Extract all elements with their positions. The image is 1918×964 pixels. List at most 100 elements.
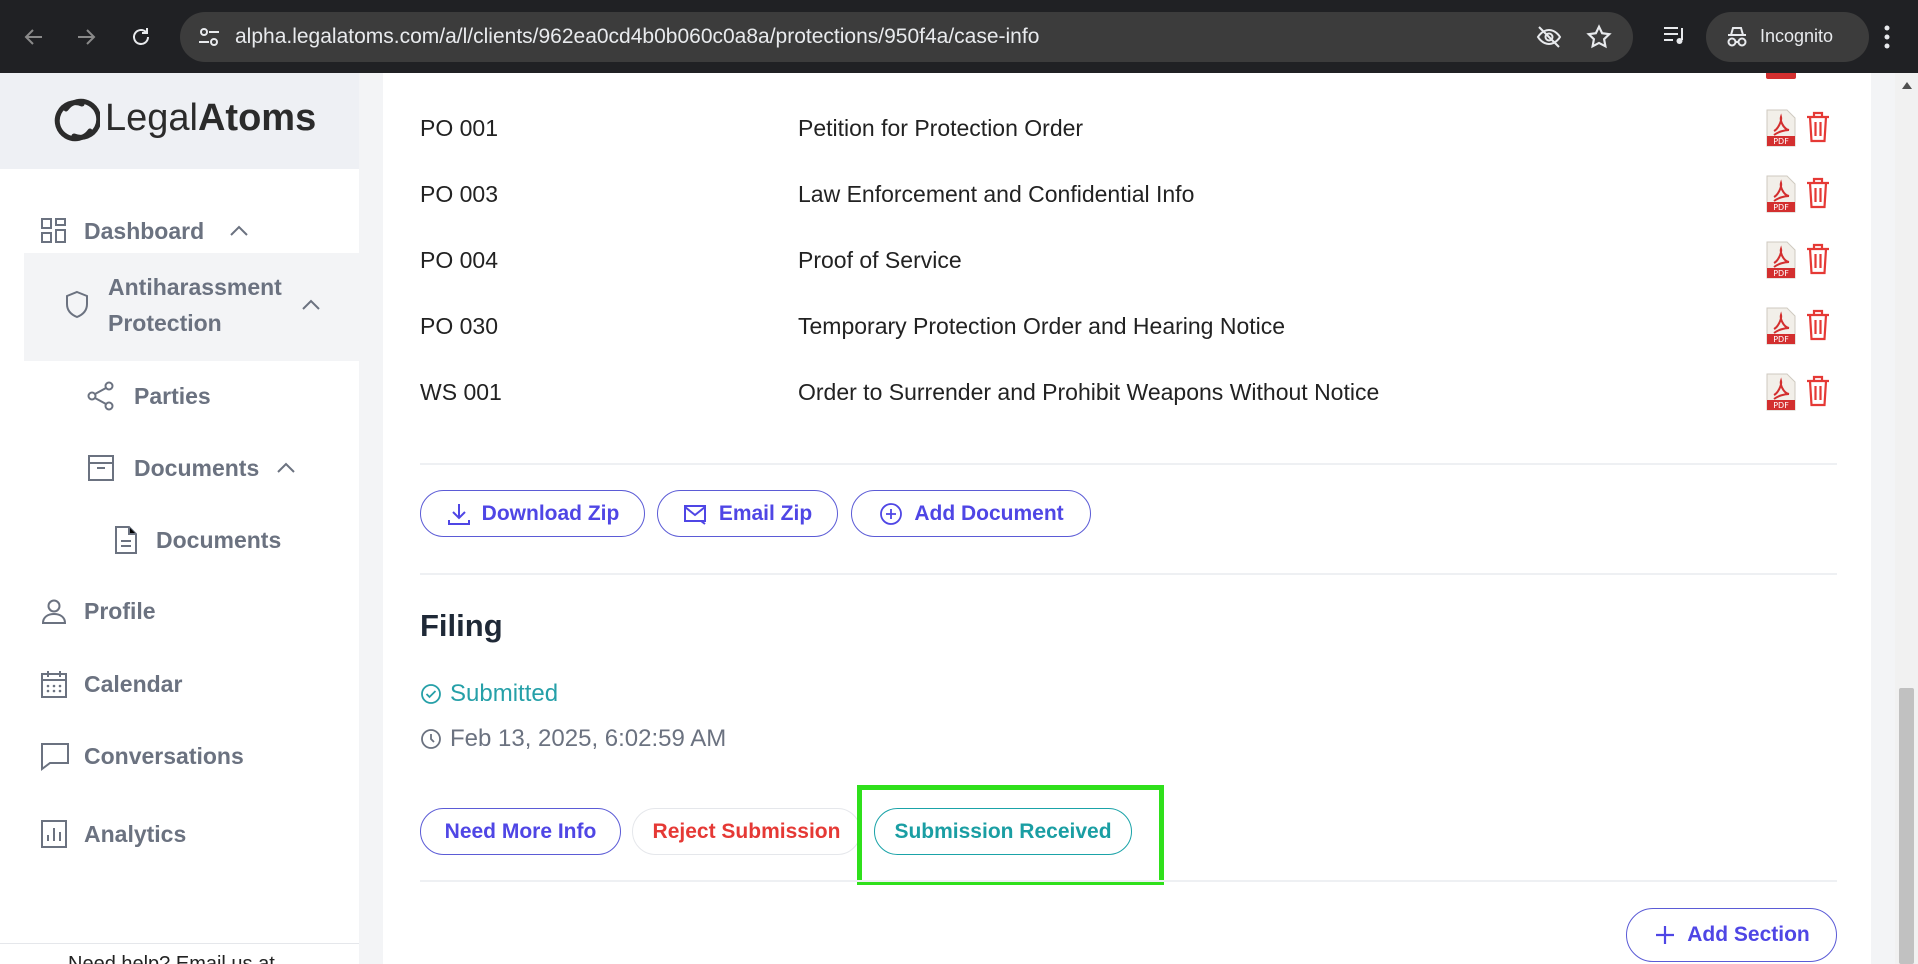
incognito-icon (1727, 27, 1747, 47)
trash-icon[interactable] (1805, 243, 1831, 275)
filing-timestamp-text: Feb 13, 2025, 6:02:59 AM (450, 725, 727, 752)
document-row: WS 001 Order to Surrender and Prohibit W… (420, 373, 1840, 413)
filing-timestamp: Feb 13, 2025, 6:02:59 AM (420, 725, 726, 753)
download-zip-button[interactable]: Download Zip (420, 490, 645, 537)
section-divider (420, 463, 1837, 465)
logo-text-light: Legal (105, 97, 198, 139)
sidebar-item-documents-group[interactable]: Documents (86, 453, 297, 483)
need-more-info-button[interactable]: Need More Info (420, 808, 621, 855)
sidebar-item-profile[interactable]: Profile (40, 597, 156, 625)
logo-text[interactable]: LegalAtoms (105, 97, 316, 140)
reject-submission-button[interactable]: Reject Submission (632, 808, 861, 855)
shield-icon (66, 290, 88, 319)
logo-text-bold: Atoms (197, 97, 317, 139)
legalatoms-logo-icon (54, 98, 100, 142)
pdf-file-icon[interactable]: PDF (1766, 109, 1796, 147)
document-name: Law Enforcement and Confidential Info (798, 181, 1195, 207)
media-queue-icon[interactable] (1662, 24, 1688, 48)
scroll-up-arrow-icon[interactable] (1900, 79, 1914, 91)
add-document-button[interactable]: Add Document (851, 490, 1091, 537)
trash-icon[interactable] (1805, 309, 1831, 341)
sidebar-item-dashboard-label: Dashboard (84, 217, 205, 244)
back-button[interactable] (16, 19, 52, 55)
trash-icon[interactable] (1805, 375, 1831, 407)
pdf-badge-text: PDF (1773, 269, 1789, 278)
reload-icon (133, 28, 149, 45)
site-settings-icon[interactable] (197, 26, 221, 48)
sidebar-item-parties[interactable]: Parties (86, 381, 211, 411)
incognito-label: Incognito (1760, 26, 1834, 46)
document-row: PO 030 Temporary Protection Order and He… (420, 307, 1840, 347)
document-row: PO 003 Law Enforcement and Confidential … (420, 175, 1840, 215)
chat-bubble-icon (41, 743, 69, 771)
section-divider (420, 880, 1837, 882)
check-circle-icon (421, 684, 441, 704)
reload-button[interactable] (123, 19, 159, 55)
trash-icon[interactable] (1805, 111, 1831, 143)
user-icon (41, 599, 67, 624)
sidebar-item-parties-label: Parties (134, 382, 211, 409)
scrollbar-thumb[interactable] (1899, 688, 1914, 964)
document-name: Petition for Protection Order (798, 115, 1084, 141)
email-zip-label: Email Zip (718, 501, 813, 525)
add-section-button[interactable]: Add Section (1626, 908, 1837, 962)
pdf-file-icon[interactable]: PDF (1766, 373, 1796, 411)
sidebar-item-calendar[interactable]: Calendar (40, 669, 182, 699)
document-row: PO 004 Proof of Service PDF (420, 241, 1840, 281)
sidebar-item-conversations[interactable]: Conversations (40, 741, 244, 771)
document-row: PO 001 Petition for Protection Order PDF (420, 109, 1840, 149)
plus-circle-icon (880, 502, 903, 525)
pdf-badge-text: PDF (1773, 203, 1789, 212)
archive-box-icon (88, 455, 114, 481)
eye-off-icon[interactable] (1536, 25, 1562, 49)
pdf-file-icon[interactable]: PDF (1766, 241, 1796, 279)
help-text: Need help? Email us at (68, 953, 275, 964)
chevron-up-icon[interactable] (300, 298, 322, 312)
pdf-badge-text: PDF (1773, 401, 1789, 410)
brand-header: LegalAtoms (0, 73, 359, 169)
sidebar-item-antiharassment-label: Antiharassment Protection (108, 269, 282, 341)
email-icon (683, 504, 706, 525)
sidebar-item-documents[interactable]: Documents (112, 525, 281, 555)
antiharassment-line2: Protection (108, 310, 222, 336)
dashboard-grid-icon (41, 218, 66, 243)
address-bar[interactable]: alpha.legalatoms.com/a/l/clients/962ea0c… (180, 12, 1633, 62)
document-name: Order to Surrender and Prohibit Weapons … (798, 379, 1380, 405)
chevron-up-icon[interactable] (228, 224, 250, 238)
sidebar-item-analytics[interactable]: Analytics (40, 819, 186, 849)
document-code: PO 030 (420, 313, 498, 339)
document-code: PO 001 (420, 115, 498, 141)
pdf-file-icon[interactable]: PDF (1766, 175, 1796, 213)
trash-icon[interactable] (1805, 177, 1831, 209)
arrow-right-icon (78, 29, 96, 45)
reject-submission-label: Reject Submission (652, 819, 841, 843)
star-icon[interactable] (1586, 24, 1612, 50)
section-divider (420, 573, 1837, 575)
forward-button[interactable] (68, 19, 104, 55)
pdf-file-icon[interactable]: PDF (1766, 307, 1796, 345)
plus-icon (1656, 926, 1675, 944)
email-zip-button[interactable]: Email Zip (657, 490, 838, 537)
sidebar-item-profile-label: Profile (84, 597, 156, 624)
file-text-icon (115, 526, 137, 554)
add-section-label: Add Section (1687, 923, 1810, 946)
document-code: PO 004 (420, 247, 498, 273)
sidebar-item-documents-group-label: Documents (134, 454, 260, 481)
url-text[interactable]: alpha.legalatoms.com/a/l/clients/962ea0c… (235, 25, 1039, 49)
bar-chart-icon (41, 820, 67, 848)
sidebar-item-conversations-label: Conversations (84, 742, 244, 769)
incognito-chip[interactable]: Incognito (1706, 12, 1869, 62)
sidebar-item-documents-label: Documents (156, 526, 282, 553)
chevron-up-icon[interactable] (275, 461, 297, 475)
filing-status: Submitted (420, 680, 558, 708)
sidebar-item-analytics-label: Analytics (84, 820, 187, 847)
pdf-icon-partial (1766, 73, 1796, 79)
more-vert-icon[interactable] (1880, 22, 1894, 52)
share-nodes-icon (87, 381, 114, 411)
sidebar-item-antiharassment-protection[interactable]: Antiharassment Protection (64, 269, 322, 341)
filing-status-text: Submitted (450, 680, 559, 707)
antiharassment-line1: Antiharassment (108, 274, 282, 300)
sidebar-item-calendar-label: Calendar (84, 670, 183, 697)
browser-toolbar: alpha.legalatoms.com/a/l/clients/962ea0c… (0, 0, 1918, 73)
sidebar-item-dashboard[interactable]: Dashboard (40, 217, 250, 245)
